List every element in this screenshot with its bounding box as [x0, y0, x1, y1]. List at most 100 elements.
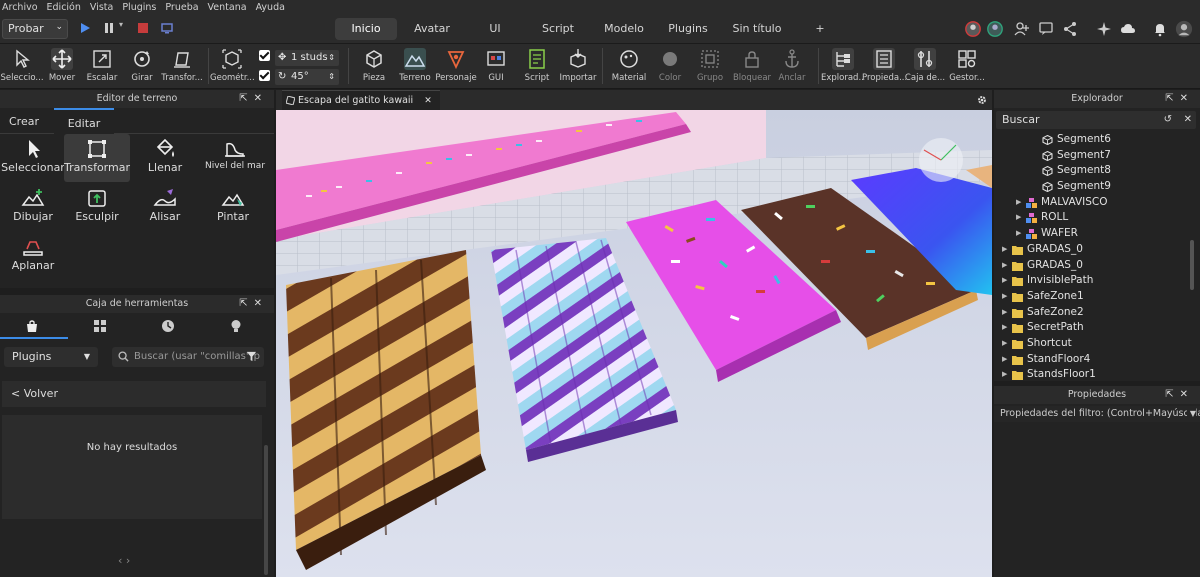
- tab-editar[interactable]: Editar: [54, 108, 114, 134]
- close-icon[interactable]: ✕: [1184, 111, 1192, 129]
- device-emulator-icon[interactable]: [160, 21, 174, 35]
- tab-script[interactable]: Script: [523, 18, 593, 40]
- menu-ventana[interactable]: Ventana: [206, 2, 254, 13]
- cloud-icon[interactable]: [1120, 20, 1136, 38]
- explorer-row[interactable]: ▶ InvisiblePath: [994, 273, 1194, 289]
- explorer-row[interactable]: Segment7: [994, 148, 1194, 164]
- pager-arrows[interactable]: ‹ ›: [118, 554, 130, 567]
- transform-tool-button[interactable]: Transfor...: [160, 48, 204, 88]
- terrain-tool-smooth[interactable]: Alisar: [132, 183, 198, 231]
- rotate-increment-field[interactable]: ↻ 45° ⇕: [275, 69, 339, 85]
- panel-dock-close-icon[interactable]: ⇱✕: [239, 90, 268, 108]
- toolbox-category-dropdown[interactable]: Plugins ▼: [4, 347, 98, 367]
- terrain-tool-select[interactable]: Seleccionar: [0, 134, 66, 182]
- stop-icon[interactable]: [136, 21, 150, 35]
- new-tab-button[interactable]: +: [793, 18, 847, 40]
- viewport-tab[interactable]: Escapa del gatito kawaii ✕: [282, 90, 440, 110]
- tab-modelo[interactable]: Modelo: [593, 18, 655, 40]
- script-button[interactable]: Script: [515, 48, 559, 88]
- tab-plugins[interactable]: Plugins: [655, 18, 721, 40]
- expand-arrow-icon[interactable]: ▶: [1002, 273, 1007, 289]
- explorer-row[interactable]: ▶ StandsFloor1: [994, 367, 1194, 383]
- tab-creations[interactable]: [204, 313, 272, 339]
- terrain-button[interactable]: Terreno: [393, 48, 437, 88]
- filter-funnel-icon[interactable]: [246, 351, 257, 362]
- move-increment-checkbox[interactable]: [259, 50, 270, 61]
- expand-arrow-icon[interactable]: ▶: [1002, 242, 1007, 258]
- insert-part-button[interactable]: Pieza: [352, 48, 396, 88]
- expand-arrow-icon[interactable]: ▶: [1002, 367, 1007, 383]
- color-button[interactable]: Color: [648, 48, 692, 88]
- assistant-sparkle-icon[interactable]: [1096, 20, 1112, 38]
- profile-avatar[interactable]: [1174, 20, 1194, 38]
- geometric-mode-button[interactable]: Geométr...: [210, 48, 254, 88]
- terrain-tool-fill[interactable]: Llenar: [132, 134, 198, 182]
- chat-icon[interactable]: [1038, 20, 1054, 38]
- close-icon[interactable]: ✕: [424, 96, 432, 106]
- explorer-row[interactable]: Segment8: [994, 163, 1194, 179]
- terrain-tool-draw[interactable]: Dibujar: [0, 183, 66, 231]
- explorer-row[interactable]: ▶ SafeZone1: [994, 289, 1194, 305]
- expand-arrow-icon[interactable]: ▶: [1002, 258, 1007, 274]
- explorer-row[interactable]: ▶ SafeZone2: [994, 305, 1194, 321]
- menu-prueba[interactable]: Prueba: [163, 2, 205, 13]
- explorer-row[interactable]: ▶ GRADAS_0: [994, 258, 1194, 274]
- pause-options-chevron-icon[interactable]: ▾: [119, 20, 123, 29]
- back-button[interactable]: < Volver: [2, 381, 266, 407]
- properties-panel-button[interactable]: Propieda...: [862, 48, 906, 88]
- select-tool-button[interactable]: Seleccio...: [0, 48, 44, 88]
- terrain-tool-sea-level[interactable]: Nivel del mar: [200, 134, 270, 182]
- terrain-tool-transform[interactable]: Transformar: [64, 134, 130, 182]
- 3d-viewport[interactable]: Escapa del gatito kawaii ✕: [276, 90, 992, 577]
- menu-vista[interactable]: Vista: [88, 2, 120, 13]
- toolbox-scrollbar[interactable]: [264, 445, 268, 575]
- toolbox-panel-button[interactable]: Caja de...: [903, 48, 947, 88]
- properties-filter-input[interactable]: Propiedades del filtro: (Control+Mayúscu…: [994, 406, 1200, 422]
- explorer-row[interactable]: ▶ Shortcut: [994, 336, 1194, 352]
- avatar[interactable]: [963, 20, 983, 38]
- expand-arrow-icon[interactable]: ▶: [1016, 210, 1021, 226]
- history-icon[interactable]: ↺: [1164, 111, 1172, 129]
- toolbox-search-input[interactable]: Buscar (usar "comillas" p: [112, 347, 264, 367]
- import-button[interactable]: Importar: [556, 48, 600, 88]
- move-tool-button[interactable]: Mover: [40, 48, 84, 88]
- explorer-scrollbar[interactable]: [1190, 240, 1194, 290]
- explorer-row[interactable]: Segment9: [994, 179, 1194, 195]
- group-button[interactable]: Grupo: [688, 48, 732, 88]
- stepper-icon[interactable]: ⇕: [328, 69, 335, 85]
- explorer-panel-button[interactable]: Explorad...: [821, 48, 865, 88]
- menu-ayuda[interactable]: Ayuda: [254, 2, 292, 13]
- explorer-row[interactable]: ▶ SecretPath: [994, 320, 1194, 336]
- tab-recent[interactable]: [136, 313, 204, 339]
- mode-selector[interactable]: Probar ⌄: [2, 19, 68, 39]
- collaborator-avatar[interactable]: [985, 20, 1005, 38]
- explorer-row[interactable]: ▶ ROLL: [994, 210, 1194, 226]
- tab-sin-titulo[interactable]: Sin título: [721, 18, 793, 40]
- expand-arrow-icon[interactable]: ▶: [1002, 352, 1007, 368]
- stepper-icon[interactable]: ⇕: [328, 50, 335, 66]
- rotate-increment-checkbox[interactable]: [259, 70, 270, 81]
- explorer-row[interactable]: ▶ GRADAS_0: [994, 242, 1194, 258]
- tab-marketplace[interactable]: [68, 313, 136, 339]
- expand-arrow-icon[interactable]: ▶: [1002, 336, 1007, 352]
- panel-dock-close-icon[interactable]: ⇱✕: [239, 295, 268, 313]
- expand-arrow-icon[interactable]: ▶: [1016, 195, 1021, 211]
- panel-dock-close-icon[interactable]: ⇱✕: [1165, 386, 1194, 404]
- pause-icon[interactable]: [102, 21, 116, 35]
- terrain-tool-paint[interactable]: Pintar: [200, 183, 266, 231]
- notification-bell-icon[interactable]: [1152, 20, 1168, 38]
- material-button[interactable]: Material: [607, 48, 651, 88]
- share-icon[interactable]: [1062, 20, 1078, 38]
- rotate-tool-button[interactable]: Girar: [120, 48, 164, 88]
- expand-arrow-icon[interactable]: ▶: [1002, 320, 1007, 336]
- play-icon[interactable]: [78, 21, 92, 35]
- move-increment-field[interactable]: ✥ 1 studs ⇕: [275, 50, 339, 66]
- gui-button[interactable]: GUI: [474, 48, 518, 88]
- anchor-button[interactable]: Anclar: [770, 48, 814, 88]
- gear-icon[interactable]: [976, 94, 988, 106]
- lock-button[interactable]: Bloquear: [730, 48, 774, 88]
- explorer-row[interactable]: ▶ MALVAVISCO: [994, 195, 1194, 211]
- terrain-tool-flatten[interactable]: Aplanar: [0, 232, 66, 280]
- tab-crear[interactable]: Crear: [0, 108, 48, 134]
- tab-inicio[interactable]: Inicio: [335, 18, 397, 40]
